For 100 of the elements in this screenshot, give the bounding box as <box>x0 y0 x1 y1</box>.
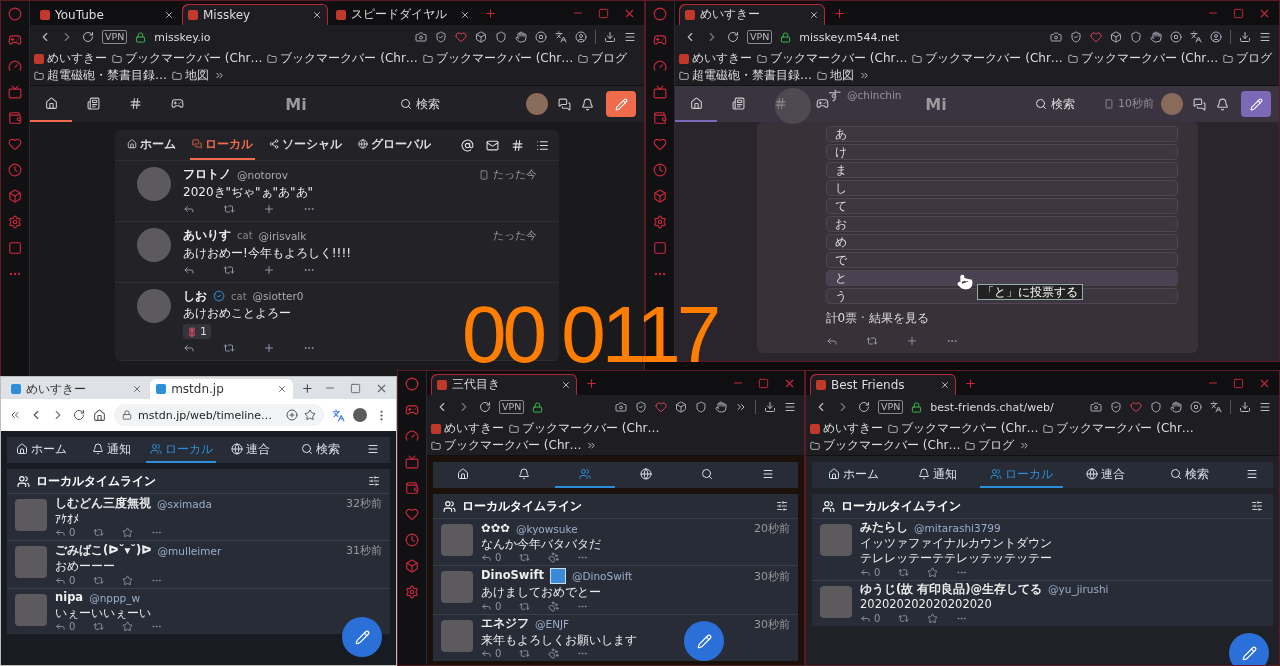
reply-icon[interactable] <box>825 335 838 347</box>
vpn-badge[interactable]: VPN <box>878 400 904 414</box>
square-icon[interactable] <box>8 241 22 255</box>
url-text[interactable]: misskey.io <box>154 30 211 44</box>
speedometer-icon[interactable] <box>405 429 419 443</box>
reply-icon[interactable] <box>481 648 492 660</box>
reload-icon[interactable] <box>479 401 491 413</box>
star-icon[interactable] <box>122 574 134 586</box>
download-icon[interactable] <box>764 401 776 413</box>
bookmark-item[interactable]: ブックマークバー (Chr… <box>888 420 1039 437</box>
nav-tab[interactable]: 連合 <box>215 437 286 463</box>
user-icon[interactable] <box>575 31 587 43</box>
boost-icon[interactable] <box>223 342 235 355</box>
poll-choice[interactable]: ま <box>825 162 1178 178</box>
cube-icon[interactable] <box>405 559 419 573</box>
hand-icon[interactable] <box>1150 31 1162 43</box>
boost-icon[interactable] <box>519 600 531 612</box>
chat-icon[interactable] <box>1193 97 1206 111</box>
url-text[interactable]: misskey.m544.net <box>799 30 900 44</box>
more-chevron-icon[interactable] <box>735 401 747 413</box>
bookmark-item[interactable]: ブログ <box>965 437 1015 454</box>
search-button[interactable]: 検索 <box>394 94 446 114</box>
reaction-button[interactable]: 1 <box>183 324 211 340</box>
browser-tab[interactable]: Best Friends <box>810 374 956 395</box>
opera-logo-icon[interactable] <box>405 377 419 391</box>
bell-icon[interactable] <box>1216 97 1229 111</box>
plus-icon[interactable] <box>263 342 275 355</box>
cube-icon[interactable] <box>653 189 667 203</box>
bookmark-item[interactable]: 地図 <box>172 67 209 84</box>
camera-icon[interactable] <box>1050 31 1062 43</box>
shield-icon[interactable] <box>495 31 507 43</box>
heart-icon[interactable] <box>405 507 419 521</box>
bookmark-item[interactable]: ブログ <box>578 50 628 67</box>
stop-icon[interactable] <box>1190 401 1202 413</box>
maximize-icon[interactable] <box>758 377 769 389</box>
translate-icon[interactable] <box>1190 31 1202 43</box>
settings-icon[interactable] <box>776 500 788 512</box>
new-tab-icon[interactable] <box>301 381 314 395</box>
plus-icon[interactable] <box>905 335 918 347</box>
chat-icon[interactable] <box>558 97 571 111</box>
more-chevron-icon[interactable] <box>1019 440 1031 451</box>
nav-tab[interactable]: ローカル <box>146 437 216 463</box>
hand-icon[interactable] <box>1170 401 1182 413</box>
download-icon[interactable] <box>1239 31 1251 43</box>
reload-icon[interactable] <box>73 409 85 421</box>
star-icon[interactable] <box>927 612 939 624</box>
bookmark-item[interactable]: ブックマークバー (Chr… <box>912 50 1063 67</box>
shield-icon[interactable] <box>1070 31 1082 43</box>
shield-icon[interactable] <box>1110 401 1122 413</box>
more-chevron-icon[interactable] <box>214 70 225 81</box>
nav-tab[interactable]: ホーム <box>812 462 896 488</box>
avatar[interactable] <box>526 93 548 115</box>
browser-tab[interactable]: 三代目き <box>431 374 577 395</box>
cube-icon[interactable] <box>8 189 22 203</box>
bookmark-item[interactable]: ブックマークバー (Chr… <box>112 50 263 67</box>
camera-icon[interactable] <box>615 401 627 413</box>
new-tab-icon[interactable] <box>833 6 846 20</box>
boost-icon[interactable] <box>898 612 910 624</box>
tv-icon[interactable] <box>405 455 419 469</box>
reload-icon[interactable] <box>858 401 870 413</box>
close-icon[interactable] <box>312 9 322 20</box>
download-icon[interactable] <box>604 31 616 43</box>
plus-icon[interactable] <box>263 264 275 276</box>
timeline-tab[interactable]: ホーム <box>125 130 178 160</box>
settings-icon[interactable] <box>368 475 380 487</box>
at-icon[interactable] <box>461 138 474 152</box>
speedometer-icon[interactable] <box>653 59 667 73</box>
browser-tab[interactable]: めいすきー <box>679 4 825 25</box>
hand-icon[interactable] <box>515 31 527 43</box>
reload-icon[interactable] <box>727 31 739 43</box>
more-chevron-icon[interactable] <box>586 440 598 451</box>
reply-icon[interactable] <box>183 264 195 276</box>
close-icon[interactable] <box>277 384 288 394</box>
bookmark-item[interactable]: めいすきー <box>34 50 107 67</box>
nav-tab[interactable]: ローカル <box>979 462 1064 488</box>
wallet-icon[interactable] <box>8 111 22 125</box>
skip-back-icon[interactable] <box>9 409 21 421</box>
nav-tab[interactable]: 連合 <box>1063 462 1148 488</box>
compose-button[interactable] <box>342 617 382 657</box>
opera-logo-icon[interactable] <box>653 7 667 21</box>
heart-icon[interactable] <box>1090 31 1102 43</box>
translate-icon[interactable] <box>555 31 567 43</box>
poll-choice[interactable]: て <box>825 198 1178 214</box>
bookmark-item[interactable]: 超電磁砲・禁書目録… <box>679 67 812 84</box>
reload-icon[interactable] <box>82 31 94 43</box>
paw-icon[interactable] <box>548 552 560 564</box>
boost-icon[interactable] <box>93 620 105 632</box>
wallet-icon[interactable] <box>653 111 667 125</box>
bookmark-item[interactable]: 超電磁砲・禁書目録… <box>34 67 167 84</box>
add-icon[interactable] <box>286 409 298 421</box>
new-tab-icon[interactable] <box>585 376 598 390</box>
shield-icon[interactable] <box>695 401 707 413</box>
star-icon[interactable] <box>927 566 939 578</box>
nav-tab[interactable]: 検索 <box>285 437 356 463</box>
translate-icon[interactable] <box>1210 401 1222 413</box>
browser-tab[interactable]: めいすきー <box>5 379 149 399</box>
browser-tab[interactable]: YouTube <box>34 4 180 25</box>
star-icon[interactable] <box>122 527 134 539</box>
bookmark-item[interactable]: めいすきー <box>810 420 883 437</box>
bookmark-star-icon[interactable] <box>304 409 316 421</box>
